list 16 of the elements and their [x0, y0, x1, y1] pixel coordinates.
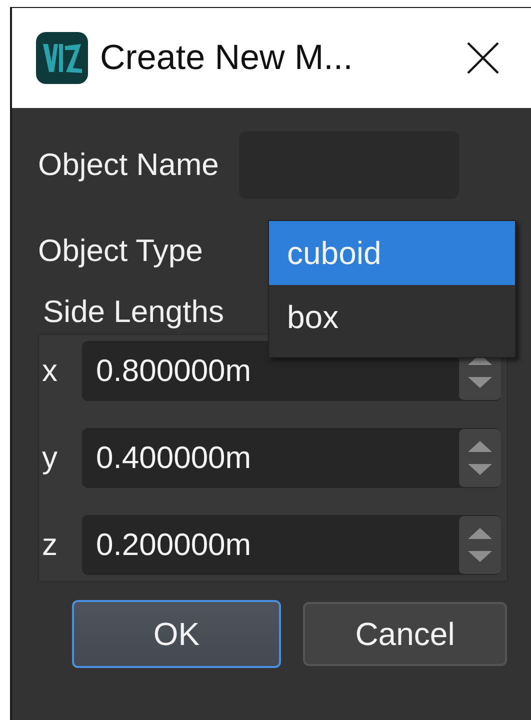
- spin-arrows-icon[interactable]: [459, 516, 501, 574]
- window-title: Create New M...: [100, 38, 354, 78]
- spin-arrows-icon[interactable]: [459, 429, 501, 487]
- axis-label: z: [41, 527, 58, 563]
- dropdown-option[interactable]: cuboid: [269, 221, 515, 285]
- axis-label: y: [41, 440, 58, 476]
- spin-field[interactable]: 0.200000m: [82, 515, 501, 575]
- close-icon[interactable]: [467, 42, 499, 74]
- cancel-button[interactable]: Cancel: [303, 602, 507, 666]
- spin-field[interactable]: 0.400000m: [82, 428, 501, 488]
- ok-button[interactable]: OK: [72, 600, 281, 668]
- group-label: Side Lengths: [43, 294, 224, 330]
- field-label: Object Type: [38, 233, 203, 269]
- field-label: Object Name: [38, 147, 219, 183]
- app-logo-icon: [36, 32, 88, 84]
- axis-label: x: [41, 353, 58, 389]
